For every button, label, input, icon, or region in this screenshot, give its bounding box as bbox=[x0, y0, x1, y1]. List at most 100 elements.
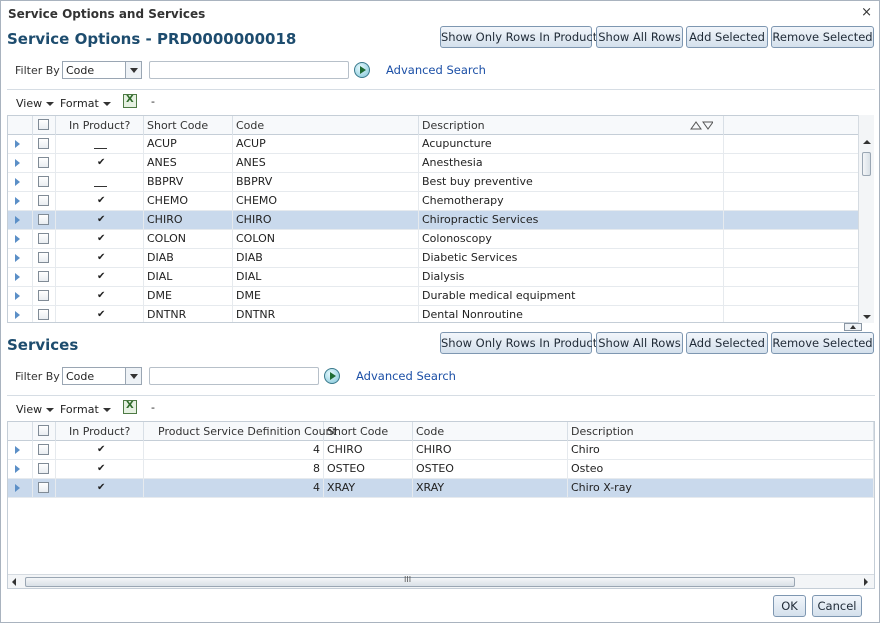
column-header-in-product[interactable]: In Product? bbox=[56, 116, 144, 135]
options-show-only-rows-button[interactable]: Show Only Rows In Product bbox=[440, 26, 597, 48]
row-checkbox[interactable] bbox=[38, 444, 49, 455]
row-checkbox[interactable] bbox=[38, 214, 49, 225]
scroll-down-icon[interactable] bbox=[863, 315, 871, 319]
table-row[interactable]: ✔ DIAL DIAL Dialysis bbox=[8, 268, 858, 287]
options-export-excel-icon[interactable] bbox=[123, 94, 137, 108]
short-code-cell: XRAY bbox=[324, 479, 413, 497]
table-row[interactable]: ✔ DME DME Durable medical equipment bbox=[8, 287, 858, 306]
short-code-cell: ANES bbox=[144, 154, 233, 172]
services-format-menu[interactable]: Format bbox=[60, 403, 111, 416]
expand-row-icon[interactable] bbox=[15, 140, 20, 148]
options-vertical-scrollbar[interactable] bbox=[858, 115, 874, 323]
cancel-button[interactable]: Cancel bbox=[812, 595, 862, 617]
row-checkbox[interactable] bbox=[38, 252, 49, 263]
table-row[interactable]: ✔ DNTNR DNTNR Dental Nonroutine bbox=[8, 306, 858, 322]
column-header-short-code[interactable]: Short Code bbox=[324, 422, 413, 441]
table-row[interactable]: ✔ COLON COLON Colonoscopy bbox=[8, 230, 858, 249]
expand-row-icon[interactable] bbox=[15, 254, 20, 262]
row-checkbox[interactable] bbox=[38, 309, 49, 320]
chevron-down-icon[interactable] bbox=[125, 62, 141, 78]
table-row[interactable]: ✔ 4 XRAY XRAY Chiro X-ray bbox=[8, 479, 874, 498]
services-remove-selected-button[interactable]: Remove Selected bbox=[771, 332, 874, 354]
services-add-selected-button[interactable]: Add Selected bbox=[686, 332, 768, 354]
services-go-icon[interactable] bbox=[324, 368, 340, 384]
table-row[interactable]: ✔ DIAB DIAB Diabetic Services bbox=[8, 249, 858, 268]
scroll-up-icon[interactable] bbox=[863, 140, 871, 144]
scroll-right-icon[interactable] bbox=[864, 578, 868, 586]
row-checkbox[interactable] bbox=[38, 271, 49, 282]
row-checkbox[interactable] bbox=[38, 233, 49, 244]
expand-row-icon[interactable] bbox=[15, 292, 20, 300]
expand-row-icon[interactable] bbox=[15, 273, 20, 281]
options-view-menu[interactable]: View bbox=[16, 97, 55, 110]
services-view-menu[interactable]: View bbox=[16, 403, 55, 416]
options-remove-selected-button[interactable]: Remove Selected bbox=[771, 26, 874, 48]
code-cell: CHIRO bbox=[413, 441, 568, 459]
select-cell bbox=[33, 479, 56, 497]
ok-button[interactable]: OK bbox=[773, 595, 806, 617]
expand-row-icon[interactable] bbox=[15, 446, 20, 454]
row-checkbox[interactable] bbox=[38, 290, 49, 301]
expand-row-icon[interactable] bbox=[15, 216, 20, 224]
expand-row-icon[interactable] bbox=[15, 235, 20, 243]
select-all-checkbox[interactable] bbox=[38, 119, 49, 130]
expander-cell bbox=[8, 173, 33, 191]
column-header-code[interactable]: Code bbox=[413, 422, 568, 441]
options-format-menu[interactable]: Format bbox=[60, 97, 111, 110]
table-row[interactable]: ✔ CHIRO CHIRO Chiropractic Services bbox=[8, 211, 858, 230]
expand-row-icon[interactable] bbox=[15, 197, 20, 205]
services-show-all-rows-button[interactable]: Show All Rows bbox=[596, 332, 683, 354]
column-header-short-code[interactable]: Short Code bbox=[144, 116, 233, 135]
close-icon[interactable]: × bbox=[861, 5, 872, 20]
column-header-definition-count[interactable]: Product Service Definition Count bbox=[144, 422, 337, 441]
row-checkbox[interactable] bbox=[38, 157, 49, 168]
table-row[interactable]: ✔ 4 CHIRO CHIRO Chiro bbox=[8, 441, 874, 460]
table-row[interactable]: ✔ ANES ANES Anesthesia bbox=[8, 154, 858, 173]
row-checkbox[interactable] bbox=[38, 176, 49, 187]
row-checkbox[interactable] bbox=[38, 463, 49, 474]
column-header-code[interactable]: Code bbox=[233, 116, 419, 135]
scroll-left-icon[interactable] bbox=[12, 578, 16, 586]
row-checkbox[interactable] bbox=[38, 482, 49, 493]
options-add-selected-button[interactable]: Add Selected bbox=[686, 26, 768, 48]
options-vertical-scroll-thumb[interactable] bbox=[862, 152, 871, 176]
options-show-all-rows-button[interactable]: Show All Rows bbox=[596, 26, 683, 48]
services-filter-input[interactable] bbox=[149, 367, 319, 385]
options-filter-input[interactable] bbox=[149, 61, 349, 79]
sort-icon[interactable] bbox=[689, 120, 713, 130]
in-product-cell: ✔ bbox=[56, 249, 144, 267]
scroll-grip: III bbox=[404, 575, 412, 584]
table-row[interactable]: ✔ CHEMO CHEMO Chemotherapy bbox=[8, 192, 858, 211]
row-checkbox[interactable] bbox=[38, 195, 49, 206]
chevron-down-icon[interactable] bbox=[125, 368, 141, 384]
expand-row-icon[interactable] bbox=[15, 178, 20, 186]
services-horizontal-scroll-thumb[interactable]: III bbox=[25, 575, 795, 587]
table-row[interactable]: ✔ 8 OSTEO OSTEO Osteo bbox=[8, 460, 874, 479]
expand-row-icon[interactable] bbox=[15, 465, 20, 473]
expand-row-icon[interactable] bbox=[15, 484, 20, 492]
row-checkbox[interactable] bbox=[38, 138, 49, 149]
short-code-cell: ACUP bbox=[144, 135, 233, 153]
description-cell: Colonoscopy bbox=[419, 230, 724, 248]
services-horizontal-scrollbar[interactable]: III bbox=[8, 574, 874, 588]
short-code-cell: DIAB bbox=[144, 249, 233, 267]
description-cell: Chiro bbox=[568, 441, 874, 459]
options-filter-by-select[interactable]: Code bbox=[62, 61, 142, 79]
services-advanced-search-link[interactable]: Advanced Search bbox=[356, 369, 456, 383]
expand-row-icon[interactable] bbox=[15, 159, 20, 167]
column-header-description[interactable]: Description bbox=[568, 422, 874, 441]
services-show-only-rows-button[interactable]: Show Only Rows In Product bbox=[440, 332, 597, 354]
table-row[interactable]: BBPRV BBPRV Best buy preventive bbox=[8, 173, 858, 192]
select-all-checkbox[interactable] bbox=[38, 425, 49, 436]
options-go-icon[interactable] bbox=[354, 62, 370, 78]
splitter-collapse-icon[interactable] bbox=[844, 323, 862, 331]
column-header-description[interactable]: Description bbox=[419, 116, 724, 135]
options-advanced-search-link[interactable]: Advanced Search bbox=[386, 63, 486, 77]
code-cell: DIAL bbox=[233, 268, 419, 286]
table-row[interactable]: ACUP ACUP Acupuncture bbox=[8, 135, 858, 154]
services-filter-by-select[interactable]: Code bbox=[62, 367, 142, 385]
expand-row-icon[interactable] bbox=[15, 311, 20, 319]
column-header-in-product[interactable]: In Product? bbox=[56, 422, 144, 441]
services-export-excel-icon[interactable] bbox=[123, 400, 137, 414]
check-mark-icon: ✔ bbox=[97, 444, 106, 455]
